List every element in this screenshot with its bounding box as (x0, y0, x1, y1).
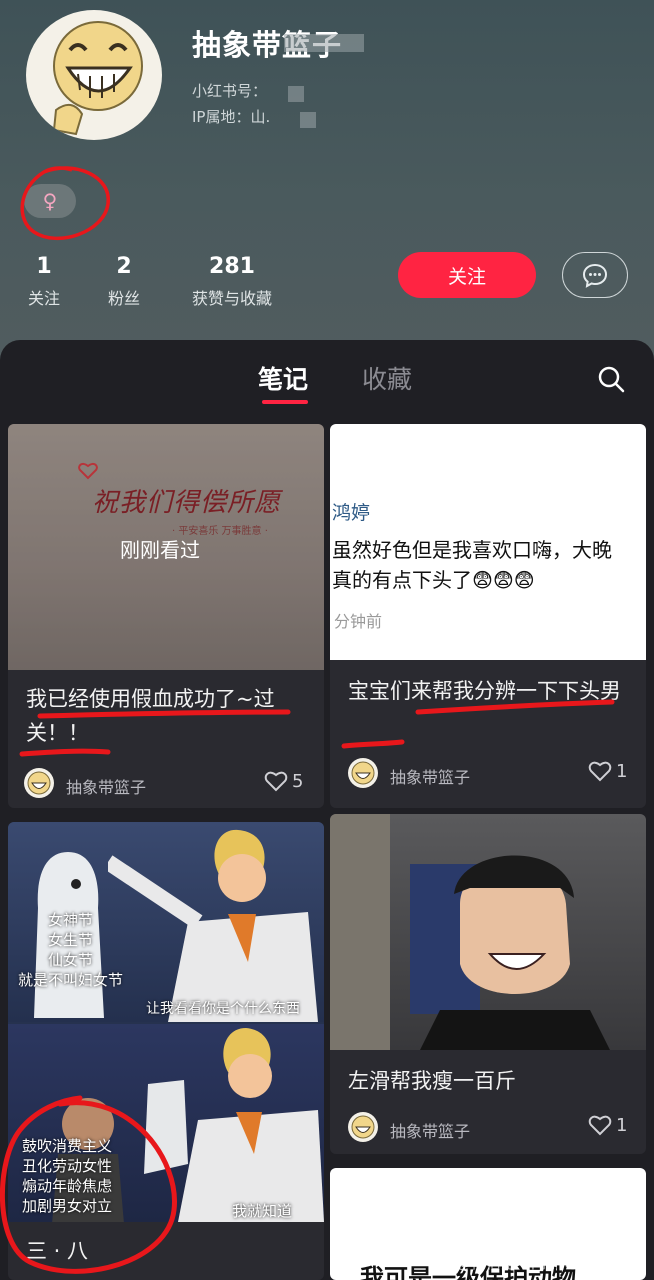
meme-caption-line: 就是不叫妇女节 (18, 971, 124, 989)
follow-button[interactable]: 关注 (398, 252, 536, 298)
author-name: 抽象带篮子 (66, 778, 147, 797)
redaction-blur (284, 34, 364, 52)
like-button[interactable]: 5 (264, 770, 303, 792)
like-count: 1 (616, 1114, 628, 1136)
laughing-person-photo (410, 855, 610, 1050)
meme-caption-line: 加剧男女对立 (22, 1197, 113, 1215)
meme-caption-right: 让我看看你是个什么东西 (146, 1001, 300, 1017)
chat-contact-name: 鸿婷 (332, 502, 371, 524)
stat-following-label: 关注 (27, 289, 60, 308)
chat-message-line: 虽然好色但是我喜欢口嗨，大晚 (332, 538, 612, 562)
heart-icon (588, 1115, 612, 1136)
red-annotation-circle (20, 166, 110, 241)
meme-caption-left: 女神节 女生节 仙女节 就是不叫妇女节 (18, 910, 123, 990)
heart-icon (588, 761, 612, 782)
author-name: 抽象带篮子 (390, 1122, 471, 1141)
laughing-face-icon (351, 761, 375, 785)
fred-figure-illustration (108, 829, 318, 1022)
note-card[interactable]: 女神节 女生节 仙女节 就是不叫妇女节 让我看看你是个什么东西 鼓吹消费主义 丑… (8, 822, 324, 1280)
stat-followers-label: 粉丝 (107, 289, 140, 308)
fred-unmasking-illustration (144, 1028, 324, 1222)
stat-followers[interactable]: 2 粉丝 (104, 254, 144, 309)
chat-message-line: 真的有点下头了😨😨😨 (332, 568, 535, 592)
meme-caption-line: 煽动年龄焦虑 (22, 1177, 113, 1195)
like-count: 1 (616, 760, 628, 782)
note-card[interactable]: 左滑帮我瘦一百斤 抽象带篮子 1 (330, 814, 646, 1154)
tab-active-indicator (262, 400, 308, 404)
cover-handwritten-text: 祝我们得偿所愿 (92, 488, 282, 518)
chat-bubble-icon (582, 263, 608, 288)
laughing-face-icon (351, 1115, 375, 1139)
note-card[interactable]: 鸿婷 虽然好色但是我喜欢口嗨，大晚 真的有点下头了😨😨😨 分钟前 宝宝们来帮我分… (330, 424, 646, 808)
meme-caption-line: 仙女节 (48, 951, 94, 969)
stat-followers-value: 2 (116, 254, 132, 279)
note-cover-image (330, 814, 646, 1050)
stat-following-value: 1 (36, 254, 52, 279)
profile-id-label: 小红书号： (192, 82, 268, 100)
meme-panel-top: 女神节 女生节 仙女节 就是不叫妇女节 让我看看你是个什么东西 (8, 822, 324, 1022)
stat-likes-value: 281 (209, 254, 255, 279)
tab-notes[interactable]: 笔记 (258, 360, 308, 396)
note-cover-image: 鸿婷 虽然好色但是我喜欢口嗨，大晚 真的有点下头了😨😨😨 分钟前 (330, 424, 646, 660)
laughing-face-avatar-image (52, 21, 143, 136)
like-count: 5 (292, 770, 304, 792)
meme-caption-line: 丑化劳动女性 (22, 1157, 113, 1175)
meme-panel-bottom: 鼓吹消费主义 丑化劳动女性 煽动年龄焦虑 加剧男女对立 我就知道 (8, 1024, 324, 1222)
watermark-text: @信信是一门学问 (456, 1254, 577, 1272)
recently-viewed-label: 刚刚看过 (120, 538, 200, 562)
stat-following[interactable]: 1 关注 (24, 254, 64, 309)
author-avatar (348, 758, 378, 788)
stat-likes-collections[interactable]: 281 获赞与收藏 (184, 254, 280, 309)
note-cover-image: 祝我们得偿所愿 · 平安喜乐 万事胜意 · 刚刚看过 (8, 424, 324, 670)
note-title: 我已经使用假血成功了~过关！！ (26, 687, 275, 745)
message-button[interactable] (562, 252, 628, 298)
stat-likes-label: 获赞与收藏 (191, 289, 272, 308)
meme-caption-line: 女生节 (48, 931, 94, 949)
profile-avatar[interactable] (26, 10, 162, 140)
like-button[interactable]: 1 (588, 1114, 627, 1136)
tab-collections[interactable]: 收藏 (362, 360, 412, 396)
meme-caption-line: 鼓吹消费主义 (22, 1137, 113, 1155)
search-icon (598, 366, 625, 393)
note-title: 左滑帮我瘦一百斤 (348, 1069, 516, 1093)
profile-ip-label: IP属地：山. (192, 108, 271, 126)
crying-cat-emoji: 😹 (440, 1174, 515, 1248)
redaction-blur (300, 112, 316, 128)
laughing-face-icon (27, 771, 51, 795)
author-avatar (24, 768, 54, 798)
meme-caption-right: 我就知道 (232, 1202, 293, 1220)
heart-doodle-icon (78, 462, 98, 480)
author-name: 抽象带篮子 (390, 768, 471, 787)
heart-icon (264, 771, 288, 792)
meme-caption-line: 女神节 (48, 911, 94, 929)
note-title: 三 · 八 (26, 1239, 89, 1263)
note-title: 宝宝们来帮我分辨一下下头男 (348, 679, 621, 703)
author-avatar (348, 1112, 378, 1142)
note-cover-image: 女神节 女生节 仙女节 就是不叫妇女节 让我看看你是个什么东西 鼓吹消费主义 丑… (8, 822, 324, 1222)
like-button[interactable]: 1 (588, 760, 627, 782)
chat-timestamp: 分钟前 (334, 612, 383, 631)
redaction-blur (288, 86, 304, 102)
meme-caption-left: 鼓吹消费主义 丑化劳动女性 煽动年龄焦虑 加剧男女对立 (22, 1136, 112, 1216)
note-card[interactable]: 祝我们得偿所愿 · 平安喜乐 万事胜意 · 刚刚看过 我已经使用假血成功了~过关… (8, 424, 324, 808)
search-button[interactable] (596, 364, 626, 398)
